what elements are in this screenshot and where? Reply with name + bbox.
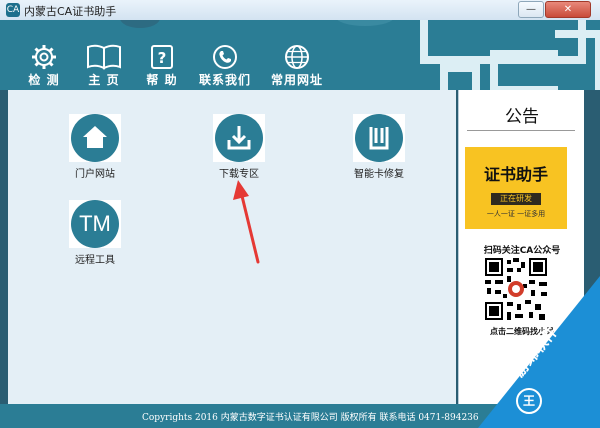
- phone-icon: [213, 45, 237, 69]
- close-button[interactable]: ✕: [545, 1, 591, 18]
- toolbar-help-button[interactable]: ? 帮 助: [138, 44, 186, 88]
- tile-label: 智能卡修复: [354, 169, 404, 180]
- notice-title: 公告: [505, 107, 539, 127]
- copyright-text: Copyrights 2016 内蒙古数字证书认证有限公司 版权所有 联系电话 …: [142, 413, 479, 423]
- svg-text:?: ?: [158, 49, 167, 67]
- tile-label: 下载专区: [219, 169, 259, 180]
- toolbar-label: 主 页: [88, 73, 120, 87]
- toolbar-label: 联系我们: [198, 73, 251, 87]
- toolbar-label: 检 测: [28, 73, 60, 87]
- minimize-button[interactable]: —: [518, 1, 544, 18]
- header-decoration: [440, 64, 480, 90]
- gear-icon: [32, 45, 56, 69]
- header-decoration: [555, 30, 600, 90]
- header-toolbar: 检 测 主 页 ? 帮 助 联系我们 常用网址: [0, 20, 600, 90]
- watermark-logo-icon: 王: [516, 388, 542, 414]
- help-icon: ?: [151, 45, 173, 69]
- book-icon: [87, 44, 121, 70]
- home-icon: [71, 114, 119, 162]
- promo-banner[interactable]: 证书助手 正在研发 一人一证 一证多用: [465, 147, 567, 229]
- tm-icon: TM: [71, 200, 119, 248]
- toolbar-detect-button[interactable]: 检 测: [20, 44, 68, 88]
- tile-card-repair[interactable]: 智能卡修复: [324, 114, 434, 180]
- main-panel: 门户网站 下载专区 智能卡修复 TM 远程工具: [8, 90, 456, 404]
- tile-label: 远程工具: [75, 255, 115, 266]
- tile-remote-tools[interactable]: TM 远程工具: [40, 200, 150, 266]
- tile-icon-box: [213, 114, 265, 162]
- header-decoration: [335, 20, 395, 26]
- toolbar-home-button[interactable]: 主 页: [80, 44, 128, 88]
- toolbar-urls-button[interactable]: 常用网址: [264, 44, 330, 88]
- header-decoration: [120, 20, 160, 28]
- toolbar-contact-button[interactable]: 联系我们: [192, 44, 258, 88]
- download-icon: [215, 114, 263, 162]
- divider: [467, 130, 575, 131]
- tile-label: 门户网站: [75, 169, 115, 180]
- globe-icon: [285, 45, 309, 69]
- window-title: 内蒙古CA证书助手: [24, 5, 117, 18]
- promo-title: 证书助手: [483, 165, 548, 184]
- tile-icon-box: [69, 114, 121, 162]
- promo-tagline: 一人一证 一证多用: [486, 210, 546, 218]
- toolbar-label: 常用网址: [270, 73, 323, 87]
- app-icon: CA: [6, 3, 20, 17]
- tile-portal[interactable]: 门户网站: [40, 114, 150, 180]
- toolbar-label: 帮 助: [146, 73, 178, 87]
- tile-icon-box: TM: [69, 200, 121, 248]
- tile-icon-box: [353, 114, 405, 162]
- scan-caption: 扫码关注CA公众号: [483, 246, 561, 256]
- tile-download[interactable]: 下载专区: [184, 114, 294, 180]
- promo-badge: 正在研发: [491, 193, 541, 205]
- watermark-corner: 游绵软件 王: [478, 276, 600, 428]
- header-decoration: [490, 50, 558, 90]
- card-repair-icon: [355, 114, 403, 162]
- title-bar: CA 内蒙古CA证书助手 — ✕: [0, 0, 600, 21]
